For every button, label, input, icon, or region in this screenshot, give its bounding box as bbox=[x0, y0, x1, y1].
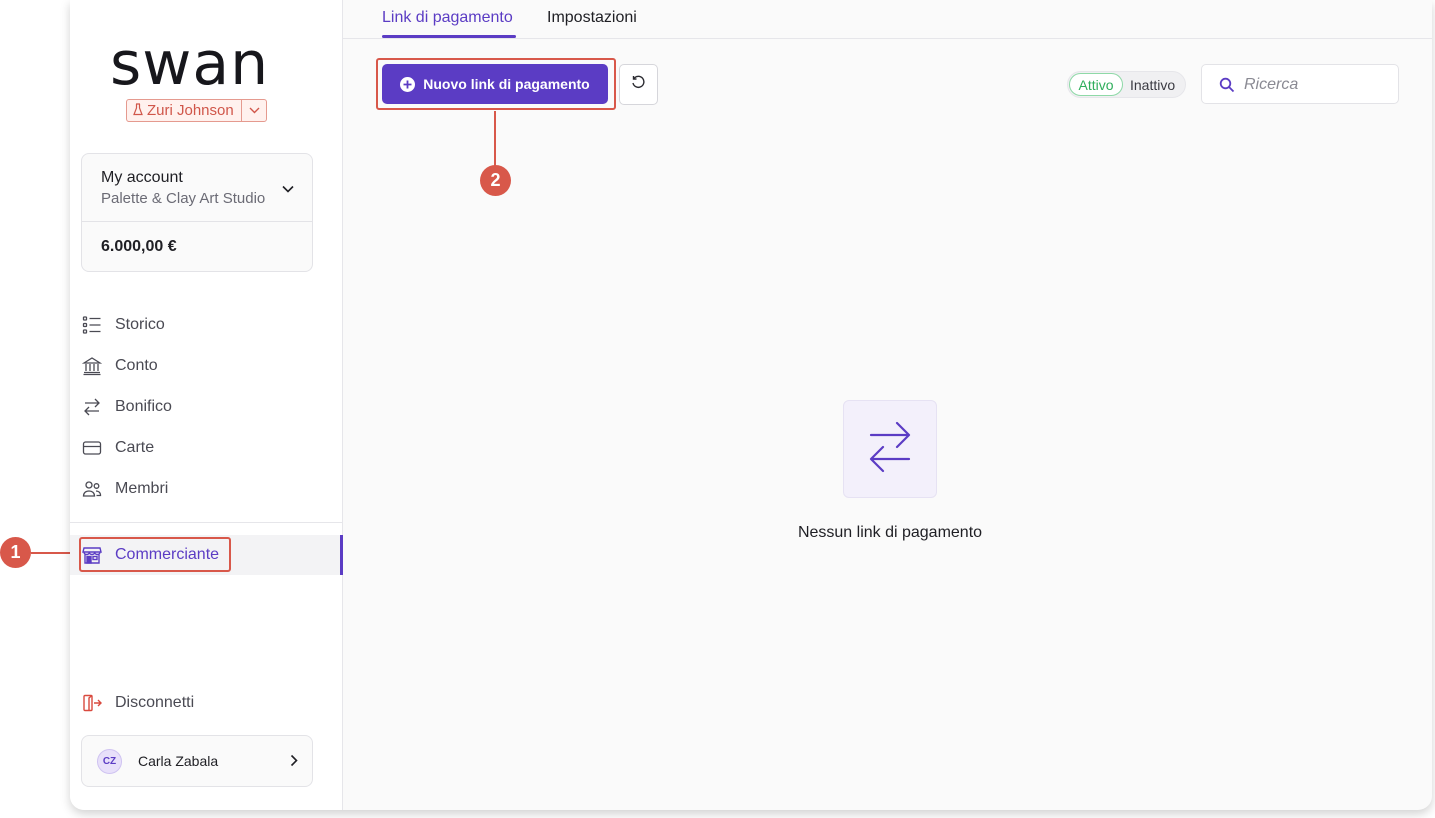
sidebar-item-storico[interactable]: Storico bbox=[70, 305, 343, 345]
annotation-highlight-commerciante bbox=[79, 537, 231, 572]
empty-state-message: Nessun link di pagamento bbox=[797, 524, 983, 541]
account-selector[interactable]: My account Palette & Clay Art Studio 6.0… bbox=[81, 153, 313, 272]
transfer-arrows-icon bbox=[82, 397, 102, 417]
brand-logo[interactable]: swan bbox=[110, 34, 269, 94]
card-icon bbox=[82, 438, 102, 458]
sidebar-item-label: Membri bbox=[115, 480, 169, 497]
refresh-icon bbox=[631, 75, 646, 95]
sidebar: swan Zuri Johnson My account Palette & C… bbox=[70, 0, 343, 810]
search-field[interactable] bbox=[1201, 64, 1399, 104]
transfer-arrows-icon bbox=[868, 417, 912, 482]
app-window: swan Zuri Johnson My account Palette & C… bbox=[70, 0, 1432, 810]
sidebar-item-membri[interactable]: Membri bbox=[70, 469, 343, 509]
sidebar-item-label: Storico bbox=[115, 316, 165, 333]
sidebar-item-label: Carte bbox=[115, 439, 155, 456]
logout-label: Disconnetti bbox=[115, 694, 195, 711]
chevron-right-icon bbox=[290, 754, 298, 772]
project-name: Zuri Johnson bbox=[147, 102, 234, 119]
annotation-marker-2: 2 bbox=[480, 165, 511, 196]
user-name: Carla Zabala bbox=[138, 753, 219, 769]
sidebar-item-carte[interactable]: Carte bbox=[70, 428, 343, 468]
plus-circle-icon bbox=[400, 76, 416, 92]
project-selector[interactable]: Zuri Johnson bbox=[126, 99, 267, 122]
account-title: My account bbox=[101, 169, 183, 186]
new-payment-link-label: Nuovo link di pagamento bbox=[423, 76, 590, 92]
sidebar-item-label: Bonifico bbox=[115, 398, 172, 415]
flask-icon bbox=[127, 102, 145, 119]
active-indicator bbox=[340, 535, 343, 575]
user-profile-button[interactable]: CZ Carla Zabala bbox=[81, 735, 313, 787]
refresh-button[interactable] bbox=[619, 64, 658, 105]
tab-active-underline bbox=[382, 35, 516, 38]
avatar: CZ bbox=[97, 749, 122, 774]
account-header[interactable]: My account Palette & Clay Art Studio bbox=[82, 154, 312, 222]
tab-payment-links[interactable]: Link di pagamento bbox=[382, 9, 513, 27]
search-input[interactable] bbox=[1244, 74, 1389, 96]
tab-settings[interactable]: Impostazioni bbox=[547, 9, 637, 27]
chevron-down-icon[interactable] bbox=[282, 180, 294, 198]
list-icon bbox=[82, 315, 102, 335]
annotation-connector-2 bbox=[494, 111, 496, 166]
search-icon bbox=[1219, 77, 1235, 98]
account-balance: 6.000,00 € bbox=[101, 238, 177, 255]
tab-bar: Link di pagamento Impostazioni bbox=[343, 0, 1432, 39]
sidebar-item-conto[interactable]: Conto bbox=[70, 346, 343, 386]
members-icon bbox=[82, 479, 102, 499]
annotation-marker-1: 1 bbox=[0, 537, 31, 568]
sidebar-item-label: Conto bbox=[115, 357, 158, 374]
status-filter-toggle[interactable]: Attivo Inattivo bbox=[1067, 71, 1186, 98]
sidebar-item-bonifico[interactable]: Bonifico bbox=[70, 387, 343, 427]
sidebar-divider bbox=[70, 522, 343, 523]
account-subtitle: Palette & Clay Art Studio bbox=[101, 190, 266, 207]
chevron-down-icon[interactable] bbox=[242, 107, 266, 114]
filter-active-option[interactable]: Attivo bbox=[1069, 73, 1123, 96]
logout-button[interactable]: Disconnetti bbox=[70, 683, 343, 723]
filter-inactive-option[interactable]: Inattivo bbox=[1130, 77, 1175, 93]
empty-state-illustration bbox=[843, 400, 937, 498]
logout-icon bbox=[82, 693, 102, 713]
bank-icon bbox=[81, 356, 103, 376]
new-payment-link-button[interactable]: Nuovo link di pagamento bbox=[382, 64, 608, 104]
